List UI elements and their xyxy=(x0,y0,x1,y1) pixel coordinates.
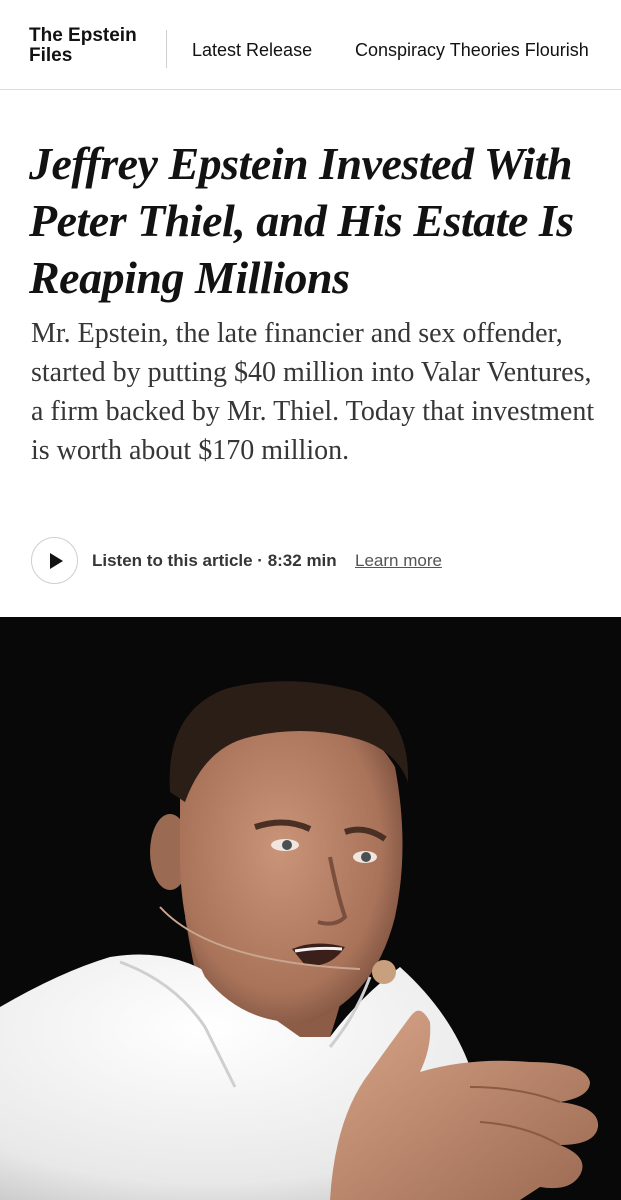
audio-player-row: Listen to this article · 8:32 min Learn … xyxy=(31,537,591,585)
listen-duration-label: Listen to this article · 8:32 min xyxy=(92,551,337,570)
portrait-photo-icon xyxy=(0,617,621,1200)
article-headline: Jeffrey Epstein Invested With Peter Thie… xyxy=(29,138,574,303)
article-lead-photo xyxy=(0,617,621,1200)
top-navigation-bar: The Epstein Files Latest Release Conspir… xyxy=(0,0,621,90)
play-audio-button[interactable] xyxy=(31,537,78,584)
play-icon xyxy=(50,553,63,569)
nav-link-latest-release[interactable]: Latest Release xyxy=(192,39,312,61)
nav-divider xyxy=(166,30,167,68)
nav-link-conspiracy-theories[interactable]: Conspiracy Theories Flourish xyxy=(355,39,589,61)
article-summary: Mr. Epstein, the late financier and sex … xyxy=(31,318,595,466)
section-name-link[interactable]: The Epstein Files xyxy=(29,26,157,66)
learn-more-link[interactable]: Learn more xyxy=(355,550,442,572)
